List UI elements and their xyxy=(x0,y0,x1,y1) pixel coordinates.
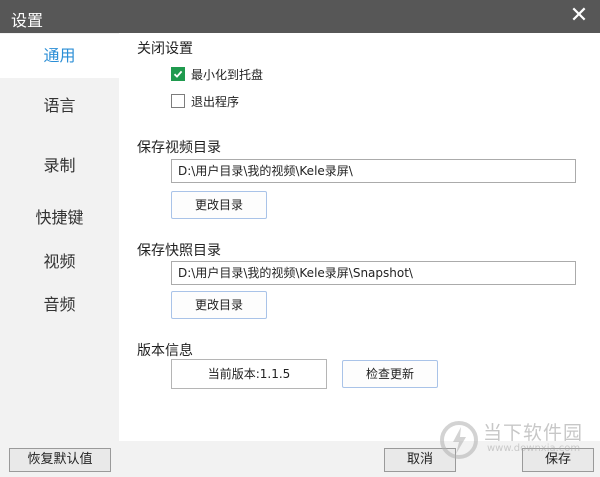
change-snapshot-directory-button[interactable]: 更改目录 xyxy=(171,291,267,319)
close-settings-heading: 关闭设置 xyxy=(137,41,193,57)
sidebar: 通用 语言 录制 快捷键 视频 音频 恢复默认值 xyxy=(0,33,119,477)
cancel-button[interactable]: 取消 xyxy=(384,448,456,472)
change-video-directory-button[interactable]: 更改目录 xyxy=(171,191,267,219)
sidebar-item-label: 录制 xyxy=(43,156,76,175)
sidebar-item-general[interactable]: 通用 xyxy=(0,34,119,78)
sidebar-item-language[interactable]: 语言 xyxy=(0,84,119,128)
snapshot-directory-heading: 保存快照目录 xyxy=(137,243,221,259)
sidebar-item-recording[interactable]: 录制 xyxy=(0,144,119,188)
settings-panel: 关闭设置 最小化到托盘 退出程序 保存视频目录 D:\用户目录\我的视频\Kel… xyxy=(119,33,600,441)
sidebar-item-label: 视频 xyxy=(43,252,76,271)
close-icon[interactable]: ✕ xyxy=(568,5,590,27)
restore-defaults-button[interactable]: 恢复默认值 xyxy=(9,448,111,472)
exit-program-label: 退出程序 xyxy=(191,94,240,109)
sidebar-item-label: 快捷键 xyxy=(35,208,84,227)
check-update-button[interactable]: 检查更新 xyxy=(342,360,438,388)
current-version: 当前版本:1.1.5 xyxy=(171,359,327,389)
minimize-to-tray-option[interactable]: 最小化到托盘 xyxy=(171,66,263,82)
sidebar-item-audio[interactable]: 音频 xyxy=(0,283,119,327)
footer-bar: 取消 保存 xyxy=(119,441,600,477)
sidebar-item-label: 语言 xyxy=(43,96,76,115)
save-button[interactable]: 保存 xyxy=(522,448,594,472)
snapshot-directory-field[interactable]: D:\用户目录\我的视频\Kele录屏\Snapshot\ xyxy=(171,261,576,285)
video-directory-field[interactable]: D:\用户目录\我的视频\Kele录屏\ xyxy=(171,159,576,183)
version-info-heading: 版本信息 xyxy=(137,343,193,359)
minimize-to-tray-label: 最小化到托盘 xyxy=(191,67,264,82)
video-directory-heading: 保存视频目录 xyxy=(137,140,221,156)
checkbox-unchecked-icon[interactable] xyxy=(171,94,185,108)
sidebar-item-label: 音频 xyxy=(43,295,76,314)
sidebar-item-hotkeys[interactable]: 快捷键 xyxy=(0,196,119,240)
sidebar-item-video[interactable]: 视频 xyxy=(0,240,119,284)
checkbox-checked-icon[interactable] xyxy=(171,67,185,81)
window-title: 设置 xyxy=(11,11,44,30)
title-bar: 设置 ✕ xyxy=(0,0,600,33)
sidebar-item-label: 通用 xyxy=(43,46,76,65)
exit-program-option[interactable]: 退出程序 xyxy=(171,93,239,109)
